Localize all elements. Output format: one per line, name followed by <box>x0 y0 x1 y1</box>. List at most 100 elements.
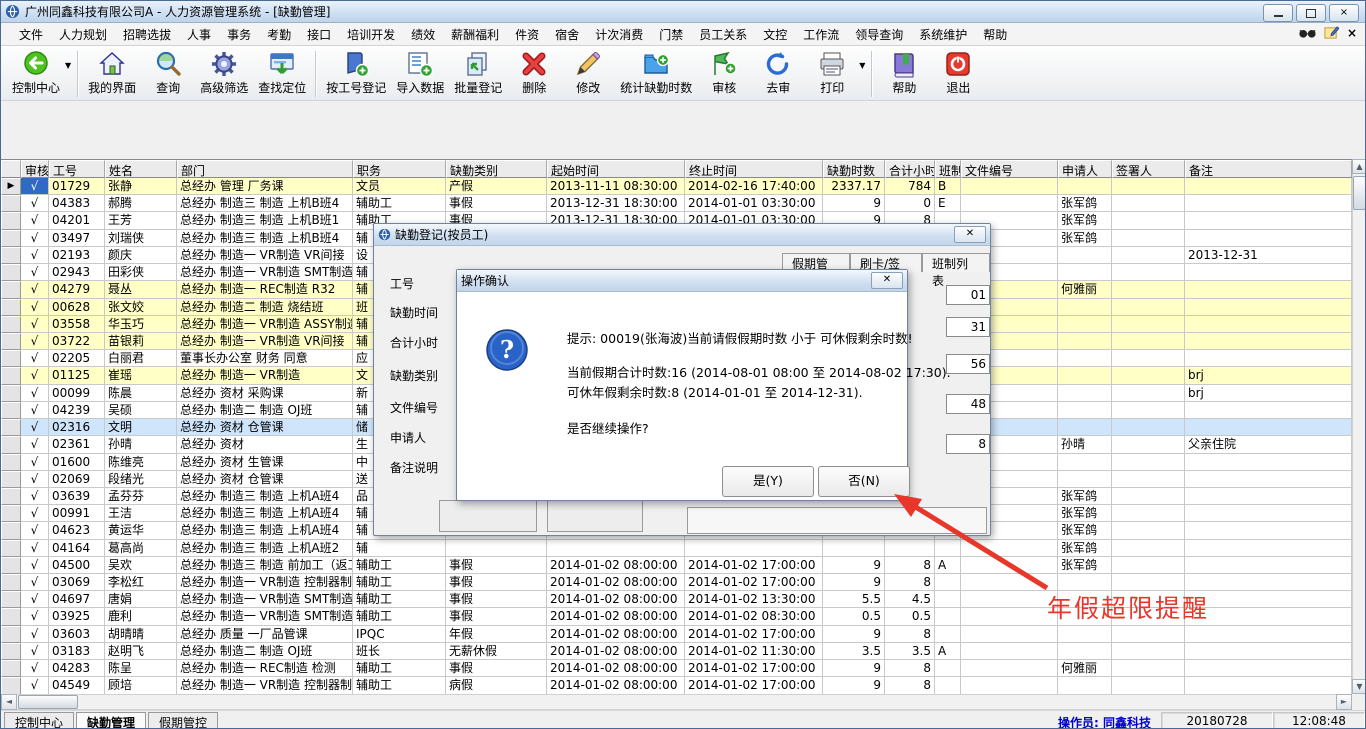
cell-文件编号[interactable] <box>961 195 1058 212</box>
cell-签署人[interactable] <box>1112 557 1185 574</box>
cell-签署人[interactable] <box>1112 540 1185 557</box>
row-selector[interactable] <box>1 522 21 539</box>
horizontal-scrollbar[interactable] <box>1 694 1352 710</box>
cell-备注[interactable] <box>1185 660 1352 677</box>
cell-备注[interactable] <box>1185 402 1352 419</box>
cell-姓名[interactable]: 吴硕 <box>105 402 177 419</box>
cell-申请人[interactable] <box>1058 299 1112 316</box>
cell-起始时间[interactable]: 2014-01-02 08:00:00 <box>547 574 685 591</box>
cell-姓名[interactable]: 郝腾 <box>105 195 177 212</box>
cell-签署人[interactable] <box>1112 247 1185 264</box>
toolbar-button-14[interactable]: 去审 <box>751 49 805 97</box>
cell-签署人[interactable] <box>1112 316 1185 333</box>
cell-签署人[interactable] <box>1112 333 1185 350</box>
cell-工号[interactable]: 03722 <box>49 333 105 350</box>
cell-缺勤类别[interactable]: 事假 <box>446 591 547 608</box>
cell-姓名[interactable]: 孟芬芬 <box>105 488 177 505</box>
dialog-field-fragment[interactable]: 01 <box>946 285 990 305</box>
cell-起始时间[interactable]: 2014-01-02 08:00:00 <box>547 557 685 574</box>
cell-缺勤时数[interactable]: 0.5 <box>823 608 885 625</box>
cell-工号[interactable]: 02316 <box>49 419 105 436</box>
cell-起始时间[interactable]: 2014-01-02 08:00:00 <box>547 626 685 643</box>
cell-缺勤类别[interactable]: 产假 <box>446 178 547 195</box>
cell-部门[interactable]: 总经办 制造三 制造 上机A班4 <box>177 522 353 539</box>
row-selector[interactable] <box>1 643 21 660</box>
cell-工号[interactable]: 04283 <box>49 660 105 677</box>
cell-签署人[interactable] <box>1112 178 1185 195</box>
dialog-field-fragment[interactable]: 48 <box>946 394 990 414</box>
cell-部门[interactable]: 总经办 制造二 制造 OJ班 <box>177 402 353 419</box>
cell-部门[interactable]: 总经办 管理 厂务课 <box>177 178 353 195</box>
row-selector[interactable] <box>1 264 21 281</box>
cell-姓名[interactable]: 赵明飞 <box>105 643 177 660</box>
cell-工号[interactable]: 02069 <box>49 471 105 488</box>
cell-部门[interactable]: 总经办 制造二 制造 OJ班 <box>177 643 353 660</box>
cell-申请人[interactable] <box>1058 333 1112 350</box>
cell-缺勤时数[interactable]: 2337.17 <box>823 178 885 195</box>
cell-部门[interactable]: 总经办 资材 <box>177 436 353 453</box>
cell-缺勤时数[interactable]: 9 <box>823 660 885 677</box>
cell-合计小时[interactable] <box>885 540 935 557</box>
cell-审核[interactable]: √ <box>21 505 49 522</box>
cell-姓名[interactable]: 苗银莉 <box>105 333 177 350</box>
cell-姓名[interactable]: 黄运华 <box>105 522 177 539</box>
cell-起始时间[interactable]: 2014-01-02 08:00:00 <box>547 677 685 694</box>
cell-职务[interactable]: 文员 <box>353 178 446 195</box>
row-selector[interactable] <box>1 316 21 333</box>
cell-签署人[interactable] <box>1112 471 1185 488</box>
no-button[interactable]: 否(N) <box>818 466 910 497</box>
cell-终止时间[interactable]: 2014-01-02 13:30:00 <box>685 591 823 608</box>
cell-审核[interactable]: √ <box>21 281 49 298</box>
row-selector[interactable] <box>1 677 21 694</box>
cell-备注[interactable] <box>1185 299 1352 316</box>
toolbar-button-11[interactable]: 修改 <box>561 49 615 97</box>
row-selector[interactable] <box>1 195 21 212</box>
column-header-12[interactable]: 申请人 <box>1058 160 1112 178</box>
cell-申请人[interactable] <box>1058 350 1112 367</box>
cell-审核[interactable]: √ <box>21 316 49 333</box>
row-selector[interactable] <box>1 436 21 453</box>
cell-部门[interactable]: 总经办 制造一 VR制造 <box>177 367 353 384</box>
cell-缺勤类别[interactable] <box>446 540 547 557</box>
row-selector[interactable] <box>1 557 21 574</box>
cell-工号[interactable]: 04201 <box>49 212 105 229</box>
cell-备注[interactable] <box>1185 195 1352 212</box>
cell-部门[interactable]: 总经办 制造一 VR制造 ASSY制造 <box>177 316 353 333</box>
cell-工号[interactable]: 03925 <box>49 608 105 625</box>
cell-职务[interactable]: 辅助工 <box>353 574 446 591</box>
cell-终止时间[interactable]: 2014-01-02 17:00:00 <box>685 557 823 574</box>
vertical-scroll-thumb[interactable] <box>1353 176 1366 210</box>
horizontal-scroll-thumb[interactable] <box>18 695 78 709</box>
menu-item-11[interactable]: 宿舍 <box>547 23 587 46</box>
row-selector[interactable] <box>1 608 21 625</box>
menu-item-15[interactable]: 文控 <box>755 23 795 46</box>
glasses-icon[interactable] <box>1299 26 1316 40</box>
cell-工号[interactable]: 00991 <box>49 505 105 522</box>
cell-签署人[interactable] <box>1112 281 1185 298</box>
cell-审核[interactable]: √ <box>21 264 49 281</box>
cell-备注[interactable] <box>1185 626 1352 643</box>
cell-缺勤时数[interactable]: 9 <box>823 557 885 574</box>
cell-姓名[interactable]: 白丽君 <box>105 350 177 367</box>
cell-姓名[interactable]: 唐娟 <box>105 591 177 608</box>
cell-工号[interactable]: 03497 <box>49 230 105 247</box>
cell-班制[interactable] <box>935 626 961 643</box>
cell-文件编号[interactable] <box>961 660 1058 677</box>
cell-申请人[interactable] <box>1058 402 1112 419</box>
toolbar-button-12[interactable]: 统计缺勤时数 <box>615 49 697 97</box>
dialog-field-fragment[interactable]: 31 <box>946 317 990 337</box>
column-header-9[interactable]: 合计小时 <box>885 160 935 178</box>
cell-审核[interactable]: √ <box>21 230 49 247</box>
cell-部门[interactable]: 总经办 资材 生管课 <box>177 454 353 471</box>
cell-部门[interactable]: 总经办 制造一 VR制造 SMT制造 V( <box>177 608 353 625</box>
row-selector[interactable] <box>1 402 21 419</box>
cell-签署人[interactable] <box>1112 522 1185 539</box>
cell-起始时间[interactable]: 2014-01-02 08:00:00 <box>547 660 685 677</box>
row-selector[interactable] <box>1 419 21 436</box>
cell-备注[interactable] <box>1185 540 1352 557</box>
cell-审核[interactable]: √ <box>21 367 49 384</box>
cell-备注[interactable] <box>1185 178 1352 195</box>
cell-职务[interactable]: IPQC <box>353 626 446 643</box>
cell-终止时间[interactable]: 2014-01-01 03:30:00 <box>685 195 823 212</box>
row-selector[interactable] <box>1 299 21 316</box>
